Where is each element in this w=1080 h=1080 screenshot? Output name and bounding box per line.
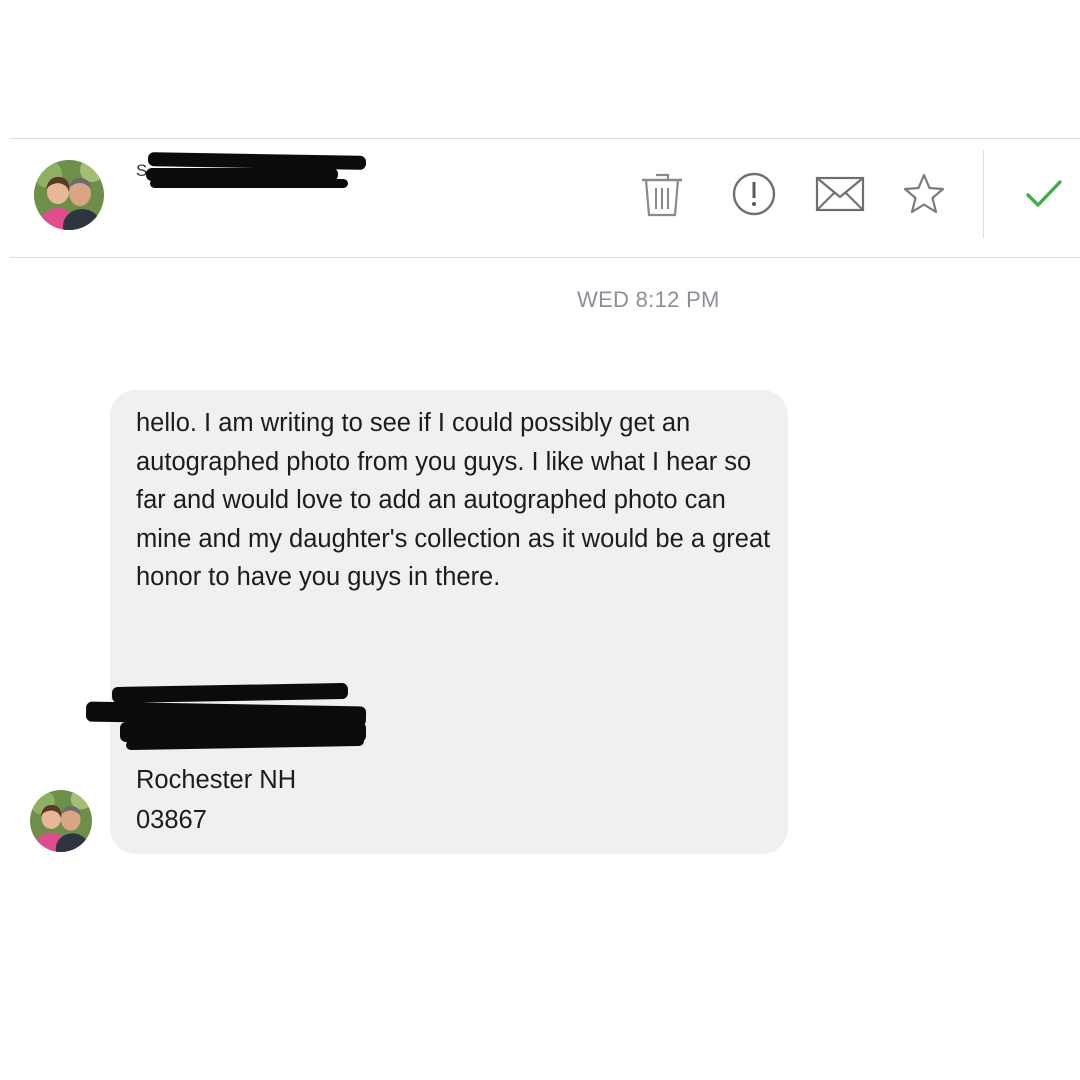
sender-avatar[interactable] — [34, 160, 104, 230]
exclamation-icon[interactable] — [728, 168, 780, 220]
address-zip: 03867 — [136, 806, 207, 834]
envelope-icon[interactable] — [814, 168, 866, 220]
message-sender-avatar[interactable] — [30, 790, 92, 852]
message-text: hello. I am writing to see if I could po… — [136, 409, 771, 591]
header-bottom-divider — [10, 257, 1080, 258]
toolbar-divider — [983, 150, 984, 238]
address-city: Rochester NH — [136, 766, 297, 794]
message-window: S WED 8:12 PM hello. I am writing to see… — [0, 0, 1080, 1080]
redaction-mark — [150, 179, 348, 188]
star-icon[interactable] — [898, 168, 950, 220]
check-icon[interactable] — [1018, 168, 1070, 220]
message-timestamp: WED 8:12 PM — [577, 287, 720, 312]
header-top-divider — [10, 138, 1080, 139]
trash-icon[interactable] — [636, 168, 688, 220]
